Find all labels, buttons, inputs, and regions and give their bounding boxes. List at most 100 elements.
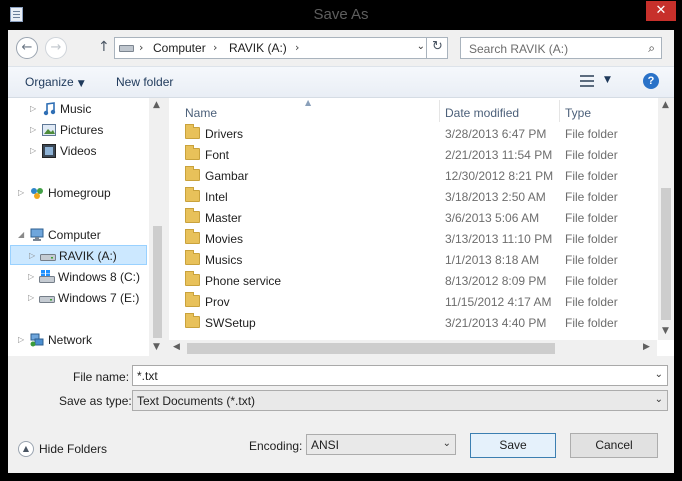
tree-label: Pictures — [60, 123, 104, 137]
nav-scrollbar-thumb[interactable] — [153, 226, 162, 338]
window-title: Save As — [313, 6, 369, 23]
scroll-up-icon[interactable]: ▲ — [153, 100, 160, 110]
help-icon[interactable]: ? — [643, 73, 659, 89]
expand-arrow-icon[interactable]: ▷ — [28, 288, 34, 308]
breadcrumb-separator[interactable]: › — [295, 41, 299, 54]
tree-item-windows7[interactable]: ▷ Windows 7 (E:) — [28, 288, 150, 308]
file-row[interactable]: SWSetup 3/21/2013 4:40 PM File folder — [169, 312, 657, 333]
view-options-icon[interactable] — [580, 75, 594, 87]
column-header-name[interactable]: Name — [185, 106, 217, 120]
expand-arrow-icon[interactable]: ▷ — [18, 330, 24, 350]
close-button[interactable]: ✕ — [646, 1, 676, 21]
save-type-select[interactable]: Text Documents (*.txt) ⌄ — [132, 390, 668, 411]
breadcrumb-separator[interactable]: › — [213, 41, 217, 54]
file-name: Font — [205, 148, 230, 162]
file-row[interactable]: Phone service 8/13/2012 8:09 PM File fol… — [169, 270, 657, 291]
breadcrumb-ravik[interactable]: RAVIK (A:) — [229, 41, 287, 55]
horizontal-scrollbar[interactable]: ◀ ▶ — [169, 340, 657, 356]
tree-item-music[interactable]: ▷ Music — [30, 99, 150, 119]
file-name: Intel — [205, 190, 228, 204]
scroll-up-icon[interactable]: ▲ — [662, 100, 669, 110]
column-header-date[interactable]: Date modified — [445, 106, 519, 120]
file-type: File folder — [565, 148, 618, 162]
videos-icon — [42, 144, 56, 158]
file-name: Prov — [205, 295, 230, 309]
tree-label: Homegroup — [48, 186, 111, 200]
file-name-field[interactable]: *.txt ⌄ — [132, 365, 668, 386]
refresh-button[interactable]: ↻ — [426, 37, 448, 59]
search-input[interactable]: Search RAVIK (A:) ⌕ — [460, 37, 662, 59]
file-list-scrollbar[interactable]: ▲ ▼ — [658, 98, 674, 340]
horizontal-scrollbar-thumb[interactable] — [187, 343, 555, 354]
expand-arrow-icon[interactable]: ▷ — [30, 141, 36, 161]
file-name-value: *.txt — [137, 369, 158, 383]
file-list-scrollbar-thumb[interactable] — [661, 188, 671, 320]
scroll-down-icon[interactable]: ▼ — [662, 326, 669, 336]
file-name: Master — [205, 211, 242, 225]
file-row[interactable]: Gambar 12/30/2012 8:21 PM File folder — [169, 165, 657, 186]
file-type: File folder — [565, 253, 618, 267]
column-divider[interactable] — [439, 100, 440, 122]
file-list: ▲ Name Date modified Type Drivers 3/28/2… — [169, 98, 674, 356]
scroll-down-icon[interactable]: ▼ — [153, 342, 160, 352]
tree-item-network[interactable]: ▷ Network — [18, 330, 150, 350]
file-row[interactable]: Font 2/21/2013 11:54 PM File folder — [169, 144, 657, 165]
file-row[interactable]: Master 3/6/2013 5:06 AM File folder — [169, 207, 657, 228]
folder-icon — [185, 166, 200, 181]
back-button[interactable]: ← — [16, 37, 38, 59]
network-icon — [30, 333, 44, 347]
caret-down-icon[interactable]: ▼ — [604, 75, 611, 85]
encoding-select[interactable]: ANSI ⌄ — [306, 434, 456, 455]
file-row[interactable]: Musics 1/1/2013 8:18 AM File folder — [169, 249, 657, 270]
new-folder-button[interactable]: New folder — [116, 75, 173, 89]
tree-item-pictures[interactable]: ▷ Pictures — [30, 120, 150, 140]
chevron-down-icon[interactable]: ⌄ — [443, 438, 451, 449]
expand-arrow-icon[interactable]: ▷ — [29, 246, 35, 266]
folder-icon — [185, 250, 200, 265]
chevron-down-icon[interactable]: ⌄ — [417, 41, 425, 52]
file-row[interactable]: Drivers 3/28/2013 6:47 PM File folder — [169, 123, 657, 144]
chevron-down-icon[interactable]: ⌄ — [655, 369, 663, 380]
save-type-label: Save as type: — [59, 394, 132, 408]
scroll-right-icon[interactable]: ▶ — [643, 342, 650, 352]
cancel-button[interactable]: Cancel — [570, 433, 658, 458]
file-row[interactable]: Movies 3/13/2013 11:10 PM File folder — [169, 228, 657, 249]
encoding-label: Encoding: — [249, 439, 303, 453]
collapse-arrow-icon[interactable]: ◢ — [18, 225, 24, 245]
save-button[interactable]: Save — [470, 433, 556, 458]
column-divider[interactable] — [559, 100, 560, 122]
organize-label: Organize — [25, 75, 74, 89]
expand-arrow-icon[interactable]: ▷ — [30, 99, 36, 119]
file-date: 3/6/2013 5:06 AM — [445, 211, 540, 225]
address-bar[interactable]: › Computer › RAVIK (A:) › ⌄ — [114, 37, 448, 59]
tree-item-computer[interactable]: ◢ Computer — [18, 225, 150, 245]
file-date: 1/1/2013 8:18 AM — [445, 253, 540, 267]
expand-arrow-icon[interactable]: ▷ — [30, 120, 36, 140]
file-row[interactable]: Prov 11/15/2012 4:17 AM File folder — [169, 291, 657, 312]
tree-item-videos[interactable]: ▷ Videos — [30, 141, 150, 161]
file-name: Gambar — [205, 169, 249, 183]
organize-button[interactable]: Organize ▼ — [25, 75, 85, 89]
file-date: 3/28/2013 6:47 PM — [445, 127, 547, 141]
tree-item-windows8[interactable]: ▷ Windows 8 (C:) — [28, 267, 150, 287]
column-header-type[interactable]: Type — [565, 106, 591, 120]
drive-icon — [119, 45, 134, 52]
breadcrumb-separator[interactable]: › — [139, 41, 143, 54]
file-date: 3/18/2013 2:50 AM — [445, 190, 546, 204]
expand-arrow-icon[interactable]: ▷ — [28, 267, 34, 287]
up-button[interactable]: ↑ — [98, 39, 110, 55]
file-date: 11/15/2012 4:17 AM — [445, 295, 552, 309]
scroll-left-icon[interactable]: ◀ — [173, 342, 180, 352]
expand-arrow-icon[interactable]: ▷ — [18, 183, 24, 203]
tree-item-ravik[interactable]: ▷ RAVIK (A:) — [10, 245, 147, 265]
chevron-down-icon[interactable]: ⌄ — [655, 394, 663, 405]
dialog-body: ← → ↑ › Computer › RAVIK (A:) › ⌄ ↻ Sear… — [8, 30, 674, 473]
tree-item-homegroup[interactable]: ▷ Homegroup — [18, 183, 150, 203]
file-name: Phone service — [205, 274, 282, 288]
folder-icon — [185, 208, 200, 223]
nav-scrollbar[interactable]: ▲ ▼ — [149, 98, 165, 356]
file-row[interactable]: Intel 3/18/2013 2:50 AM File folder — [169, 186, 657, 207]
search-icon[interactable]: ⌕ — [648, 41, 655, 56]
forward-button[interactable]: → — [45, 37, 67, 59]
breadcrumb-computer[interactable]: Computer — [153, 41, 206, 55]
